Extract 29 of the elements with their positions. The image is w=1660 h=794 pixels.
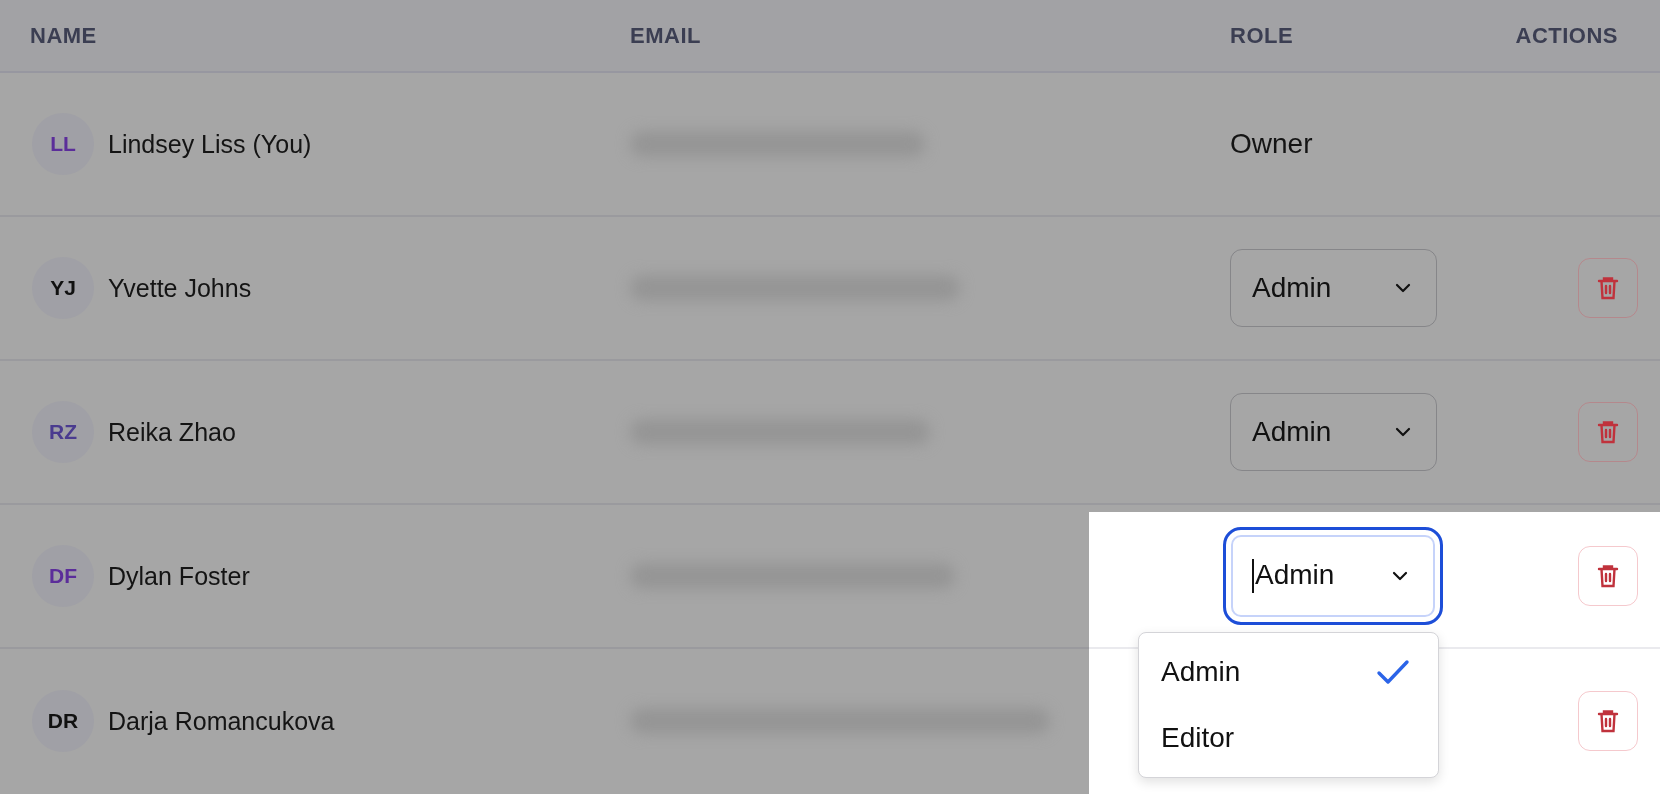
column-header: ROLE	[1230, 22, 1294, 49]
role-text: Owner	[1230, 128, 1314, 160]
role-select[interactable]: Admin	[1230, 393, 1437, 471]
role-select[interactable]: Admin	[1223, 527, 1443, 625]
column-header: EMAIL	[630, 22, 701, 49]
chevron-down-icon	[1395, 427, 1411, 437]
member-name: Darja Romancukova	[108, 706, 335, 736]
delete-button[interactable]	[1578, 691, 1638, 751]
member-name: Reika Zhao	[108, 417, 236, 447]
trash-icon	[1597, 276, 1619, 300]
trash-icon	[1597, 709, 1619, 733]
avatar: DF	[32, 545, 94, 607]
member-name: Lindsey Liss (You)	[108, 129, 312, 159]
column-header: NAME	[30, 22, 97, 49]
chevron-down-icon	[1395, 283, 1411, 293]
dropdown-option[interactable]: Admin	[1139, 639, 1438, 705]
member-name: Dylan Foster	[108, 561, 250, 591]
avatar: LL	[32, 113, 94, 175]
avatar: DR	[32, 690, 94, 752]
trash-icon	[1597, 564, 1619, 588]
avatar: RZ	[32, 401, 94, 463]
chevron-down-icon	[1392, 571, 1408, 581]
delete-button[interactable]	[1578, 546, 1638, 606]
trash-icon	[1597, 420, 1619, 444]
dropdown-option[interactable]: Editor	[1139, 705, 1438, 771]
role-select[interactable]: Admin	[1230, 249, 1437, 327]
avatar: YJ	[32, 257, 94, 319]
member-name: Yvette Johns	[108, 273, 252, 303]
column-header: ACTIONS	[1515, 22, 1618, 49]
